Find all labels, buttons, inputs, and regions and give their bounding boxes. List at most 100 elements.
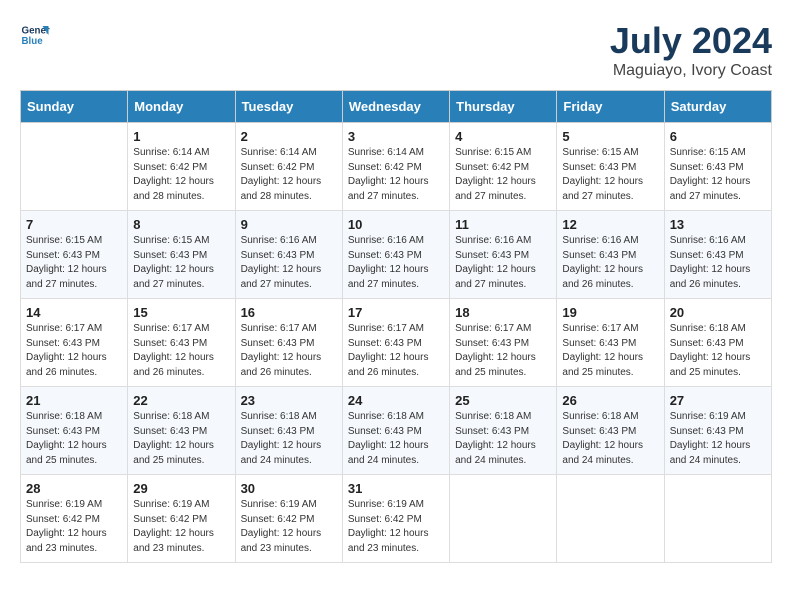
table-row: 15 Sunrise: 6:17 AM Sunset: 6:43 PM Dayli…	[128, 299, 235, 387]
table-row: 22 Sunrise: 6:18 AM Sunset: 6:43 PM Dayli…	[128, 387, 235, 475]
day-number: 12	[562, 217, 658, 232]
table-row: 5 Sunrise: 6:15 AM Sunset: 6:43 PM Daylig…	[557, 123, 664, 211]
table-row: 16 Sunrise: 6:17 AM Sunset: 6:43 PM Dayli…	[235, 299, 342, 387]
day-info: Sunrise: 6:16 AM Sunset: 6:43 PM Dayligh…	[562, 234, 658, 292]
col-thursday: Thursday	[450, 91, 557, 123]
day-number: 13	[670, 217, 766, 232]
table-row: 17 Sunrise: 6:17 AM Sunset: 6:43 PM Dayli…	[342, 299, 449, 387]
day-number: 1	[133, 129, 229, 144]
day-number: 24	[348, 393, 444, 408]
table-row	[557, 475, 664, 563]
day-info: Sunrise: 6:16 AM Sunset: 6:43 PM Dayligh…	[241, 234, 337, 292]
day-info: Sunrise: 6:16 AM Sunset: 6:43 PM Dayligh…	[670, 234, 766, 292]
day-number: 31	[348, 481, 444, 496]
table-row: 29 Sunrise: 6:19 AM Sunset: 6:42 PM Dayli…	[128, 475, 235, 563]
day-number: 29	[133, 481, 229, 496]
table-row: 4 Sunrise: 6:15 AM Sunset: 6:42 PM Daylig…	[450, 123, 557, 211]
col-monday: Monday	[128, 91, 235, 123]
calendar-header: Sunday Monday Tuesday Wednesday Thursday…	[21, 91, 772, 123]
table-row: 11Sunrise: 6:16 AM Sunset: 6:43 PM Dayli…	[450, 211, 557, 299]
table-row: 26 Sunrise: 6:18 AM Sunset: 6:43 PM Dayli…	[557, 387, 664, 475]
day-info: Sunrise: 6:18 AM Sunset: 6:43 PM Dayligh…	[26, 410, 122, 468]
day-info: Sunrise: 6:15 AM Sunset: 6:43 PM Dayligh…	[133, 234, 229, 292]
day-info: Sunrise: 6:15 AM Sunset: 6:42 PM Dayligh…	[455, 146, 551, 204]
day-number: 19	[562, 305, 658, 320]
day-number: 30	[241, 481, 337, 496]
day-info: Sunrise: 6:18 AM Sunset: 6:43 PM Dayligh…	[241, 410, 337, 468]
day-info: Sunrise: 6:15 AM Sunset: 6:43 PM Dayligh…	[670, 146, 766, 204]
day-info: Sunrise: 6:17 AM Sunset: 6:43 PM Dayligh…	[241, 322, 337, 380]
day-number: 20	[670, 305, 766, 320]
day-info: Sunrise: 6:19 AM Sunset: 6:42 PM Dayligh…	[133, 498, 229, 556]
day-number: 15	[133, 305, 229, 320]
day-info: Sunrise: 6:14 AM Sunset: 6:42 PM Dayligh…	[133, 146, 229, 204]
calendar-week-row: 1 Sunrise: 6:14 AM Sunset: 6:42 PM Daylig…	[21, 123, 772, 211]
table-row: 12 Sunrise: 6:16 AM Sunset: 6:43 PM Dayli…	[557, 211, 664, 299]
day-info: Sunrise: 6:15 AM Sunset: 6:43 PM Dayligh…	[562, 146, 658, 204]
table-row: 13 Sunrise: 6:16 AM Sunset: 6:43 PM Dayli…	[664, 211, 771, 299]
day-number: 22	[133, 393, 229, 408]
table-row: 20Sunrise: 6:18 AM Sunset: 6:43 PM Dayli…	[664, 299, 771, 387]
table-row: 24 Sunrise: 6:18 AM Sunset: 6:43 PM Dayli…	[342, 387, 449, 475]
calendar-table: Sunday Monday Tuesday Wednesday Thursday…	[20, 90, 772, 563]
calendar-week-row: 21Sunrise: 6:18 AM Sunset: 6:43 PM Dayli…	[21, 387, 772, 475]
day-number: 3	[348, 129, 444, 144]
table-row: 27 Sunrise: 6:19 AM Sunset: 6:43 PM Dayli…	[664, 387, 771, 475]
day-number: 8	[133, 217, 229, 232]
page-header: General Blue July 2024 Maguiayo, Ivory C…	[20, 20, 772, 80]
table-row: 2 Sunrise: 6:14 AM Sunset: 6:42 PM Daylig…	[235, 123, 342, 211]
table-row: 31Sunrise: 6:19 AM Sunset: 6:42 PM Dayli…	[342, 475, 449, 563]
day-number: 17	[348, 305, 444, 320]
day-info: Sunrise: 6:19 AM Sunset: 6:43 PM Dayligh…	[670, 410, 766, 468]
day-info: Sunrise: 6:16 AM Sunset: 6:43 PM Dayligh…	[455, 234, 551, 292]
svg-text:Blue: Blue	[22, 36, 44, 47]
logo: General Blue	[20, 20, 50, 50]
day-info: Sunrise: 6:18 AM Sunset: 6:43 PM Dayligh…	[348, 410, 444, 468]
logo-icon: General Blue	[20, 20, 50, 50]
day-number: 14	[26, 305, 122, 320]
table-row: 7Sunrise: 6:15 AM Sunset: 6:43 PM Daylig…	[21, 211, 128, 299]
table-row: 3 Sunrise: 6:14 AM Sunset: 6:42 PM Daylig…	[342, 123, 449, 211]
table-row: 9 Sunrise: 6:16 AM Sunset: 6:43 PM Daylig…	[235, 211, 342, 299]
day-info: Sunrise: 6:14 AM Sunset: 6:42 PM Dayligh…	[241, 146, 337, 204]
header-row: Sunday Monday Tuesday Wednesday Thursday…	[21, 91, 772, 123]
day-number: 27	[670, 393, 766, 408]
day-number: 26	[562, 393, 658, 408]
calendar-body: 1 Sunrise: 6:14 AM Sunset: 6:42 PM Daylig…	[21, 123, 772, 563]
day-number: 9	[241, 217, 337, 232]
day-info: Sunrise: 6:16 AM Sunset: 6:43 PM Dayligh…	[348, 234, 444, 292]
col-tuesday: Tuesday	[235, 91, 342, 123]
day-info: Sunrise: 6:18 AM Sunset: 6:43 PM Dayligh…	[562, 410, 658, 468]
day-number: 16	[241, 305, 337, 320]
day-number: 5	[562, 129, 658, 144]
day-number: 2	[241, 129, 337, 144]
day-number: 4	[455, 129, 551, 144]
day-info: Sunrise: 6:17 AM Sunset: 6:43 PM Dayligh…	[26, 322, 122, 380]
table-row	[664, 475, 771, 563]
col-friday: Friday	[557, 91, 664, 123]
col-wednesday: Wednesday	[342, 91, 449, 123]
day-info: Sunrise: 6:17 AM Sunset: 6:43 PM Dayligh…	[348, 322, 444, 380]
table-row: 28Sunrise: 6:19 AM Sunset: 6:42 PM Dayli…	[21, 475, 128, 563]
table-row	[21, 123, 128, 211]
day-number: 10	[348, 217, 444, 232]
title-block: July 2024 Maguiayo, Ivory Coast	[610, 20, 772, 80]
day-number: 6	[670, 129, 766, 144]
day-number: 25	[455, 393, 551, 408]
day-info: Sunrise: 6:17 AM Sunset: 6:43 PM Dayligh…	[562, 322, 658, 380]
day-number: 18	[455, 305, 551, 320]
table-row	[450, 475, 557, 563]
table-row: 1 Sunrise: 6:14 AM Sunset: 6:42 PM Daylig…	[128, 123, 235, 211]
day-info: Sunrise: 6:19 AM Sunset: 6:42 PM Dayligh…	[26, 498, 122, 556]
day-number: 23	[241, 393, 337, 408]
day-info: Sunrise: 6:14 AM Sunset: 6:42 PM Dayligh…	[348, 146, 444, 204]
calendar-week-row: 7Sunrise: 6:15 AM Sunset: 6:43 PM Daylig…	[21, 211, 772, 299]
table-row: 25Sunrise: 6:18 AM Sunset: 6:43 PM Dayli…	[450, 387, 557, 475]
table-row: 10 Sunrise: 6:16 AM Sunset: 6:43 PM Dayli…	[342, 211, 449, 299]
day-info: Sunrise: 6:18 AM Sunset: 6:43 PM Dayligh…	[133, 410, 229, 468]
calendar-week-row: 28Sunrise: 6:19 AM Sunset: 6:42 PM Dayli…	[21, 475, 772, 563]
table-row: 6 Sunrise: 6:15 AM Sunset: 6:43 PM Daylig…	[664, 123, 771, 211]
col-saturday: Saturday	[664, 91, 771, 123]
table-row: 21Sunrise: 6:18 AM Sunset: 6:43 PM Dayli…	[21, 387, 128, 475]
day-info: Sunrise: 6:17 AM Sunset: 6:43 PM Dayligh…	[133, 322, 229, 380]
